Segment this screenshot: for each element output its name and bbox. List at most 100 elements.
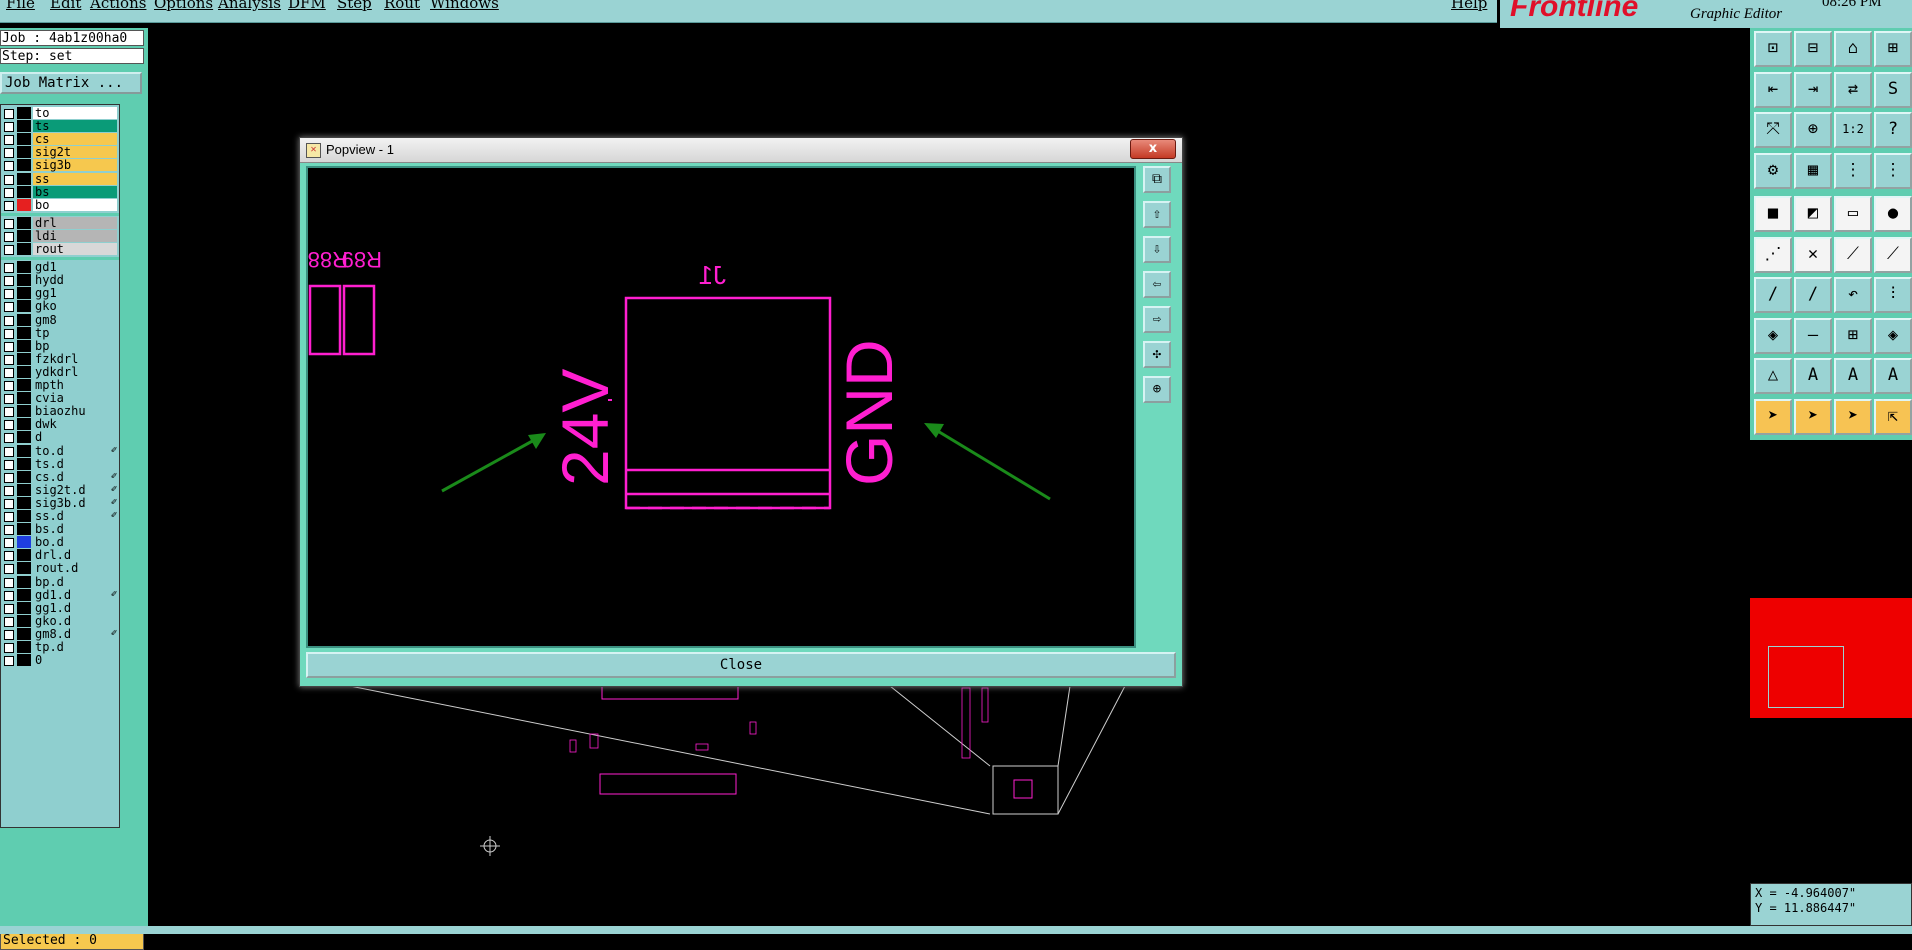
home-icon[interactable]: ⌂ — [1834, 31, 1872, 67]
menu-windows[interactable]: Windows — [430, 0, 499, 12]
black-square-icon[interactable]: ■ — [1754, 196, 1792, 232]
layer-checkbox[interactable] — [4, 148, 14, 159]
layer-checkbox[interactable] — [4, 577, 14, 588]
layer-name[interactable]: cs — [33, 133, 117, 146]
layer-name[interactable]: tp — [33, 326, 117, 339]
layer-name[interactable]: biaozhu — [33, 405, 117, 418]
menu-dfm[interactable]: DFM — [288, 0, 326, 12]
layer-color-swatch[interactable] — [17, 627, 31, 640]
node-blue-icon[interactable]: ⋰ — [1754, 236, 1792, 273]
layer-name[interactable]: cvia — [33, 392, 117, 405]
layer-checkbox[interactable] — [4, 616, 14, 627]
layer-name[interactable]: sig2t.d — [33, 483, 117, 496]
tools-icon[interactable]: ⚙ — [1754, 152, 1792, 189]
layer-color-swatch[interactable] — [17, 159, 31, 172]
layer-name[interactable]: to — [33, 107, 117, 119]
layer-checkbox[interactable] — [4, 174, 14, 185]
layer-row[interactable]: cvia — [1, 392, 119, 405]
grid-icon[interactable]: ▦ — [1794, 152, 1832, 189]
popview-view[interactable]: R88 R89 J1 24V GND — [306, 166, 1136, 648]
layer-color-swatch[interactable] — [17, 575, 31, 588]
layer-row[interactable]: drl.d — [1, 549, 119, 562]
layer-color-swatch[interactable] — [17, 133, 31, 146]
layer-color-swatch[interactable] — [17, 107, 31, 119]
layer-color-swatch[interactable] — [17, 243, 31, 255]
layer-row[interactable]: gd1.d ✐ — [1, 588, 119, 602]
layer-color-swatch[interactable] — [17, 326, 31, 339]
layer-checkbox[interactable] — [4, 525, 14, 536]
layer-checkbox[interactable] — [4, 122, 14, 133]
layer-name[interactable]: ts.d — [33, 457, 117, 470]
layer-color-swatch[interactable] — [17, 523, 31, 536]
text-a-icon[interactable]: A — [1794, 358, 1832, 394]
layer-name[interactable]: dwk — [33, 418, 117, 431]
layer-checkbox[interactable] — [4, 289, 14, 300]
layer-name[interactable]: gm8 — [33, 313, 117, 326]
layer-color-swatch[interactable] — [17, 229, 31, 242]
popview-close-button[interactable]: Close — [306, 652, 1176, 678]
menu-step[interactable]: Step — [337, 0, 372, 12]
layer-checkbox[interactable] — [4, 354, 14, 365]
menu-help[interactable]: Help — [1451, 0, 1487, 12]
zoom-fit-icon[interactable]: ⤧ — [1754, 112, 1792, 148]
layer-name[interactable]: tp.d — [33, 641, 117, 653]
node-multi-icon[interactable]: ◈ — [1874, 317, 1912, 354]
layer-row[interactable]: dwk — [1, 418, 119, 431]
layer-checkbox[interactable] — [4, 218, 14, 229]
layer-checkbox[interactable] — [4, 564, 14, 575]
layer-row[interactable]: to.d ✐ — [1, 444, 119, 458]
layer-color-swatch[interactable] — [17, 549, 31, 562]
layer-color-swatch[interactable] — [17, 510, 31, 522]
layer-checkbox[interactable] — [4, 643, 14, 653]
layer-checkbox[interactable] — [4, 367, 14, 378]
minimap[interactable] — [1750, 598, 1912, 718]
layer-name[interactable]: rout.d — [33, 562, 117, 575]
layer-checkbox[interactable] — [4, 245, 14, 255]
layer-row[interactable]: 0 — [1, 654, 119, 667]
layer-row[interactable]: drl — [1, 216, 119, 230]
layer-row[interactable]: rout.d — [1, 562, 119, 575]
layer-row[interactable]: ss — [1, 172, 119, 186]
layer-color-swatch[interactable] — [17, 274, 31, 287]
layer-name[interactable]: sig3b — [33, 159, 117, 172]
scale-icon[interactable]: 1:2 — [1834, 112, 1872, 148]
selector-red-icon[interactable]: ◩ — [1794, 196, 1832, 232]
layer-checkbox[interactable] — [4, 485, 14, 496]
menu-actions[interactable]: Actions — [90, 0, 146, 12]
layer-checkbox[interactable] — [4, 603, 14, 614]
layer-name[interactable]: sig3b.d — [33, 496, 117, 509]
flip-icon[interactable]: ⇄ — [1834, 71, 1872, 108]
layer-checkbox[interactable] — [4, 551, 14, 562]
layer-row[interactable]: bs — [1, 185, 119, 199]
help-icon[interactable]: ? — [1874, 112, 1912, 148]
layer-row[interactable]: gm8.d ✐ — [1, 627, 119, 641]
save-icon[interactable]: ⊟ — [1794, 31, 1832, 67]
pad-icon[interactable]: ◈ — [1754, 317, 1792, 354]
layer-checkbox[interactable] — [4, 656, 14, 667]
layer-name[interactable]: drl — [33, 216, 117, 229]
layer-color-swatch[interactable] — [17, 418, 31, 431]
layer-checkbox[interactable] — [4, 263, 14, 274]
layer-row[interactable]: d — [1, 431, 119, 444]
layer-color-swatch[interactable] — [17, 444, 31, 457]
pointer3-icon[interactable]: ➤ — [1834, 398, 1872, 435]
layer-row[interactable]: gg1 — [1, 287, 119, 300]
layer-row[interactable]: ts — [1, 120, 119, 133]
menu-rout[interactable]: Rout — [384, 0, 420, 12]
layer-row[interactable]: sig2t.d ✐ — [1, 483, 119, 497]
layer-color-swatch[interactable] — [17, 352, 31, 365]
layer-color-swatch[interactable] — [17, 300, 31, 313]
circle-icon[interactable]: ● — [1874, 196, 1912, 232]
layer-checkbox[interactable] — [4, 538, 14, 549]
layer-color-swatch[interactable] — [17, 483, 31, 496]
layer-name[interactable]: gm8.d — [33, 627, 117, 640]
layer-checkbox[interactable] — [4, 381, 14, 391]
layer-checkbox[interactable] — [4, 394, 14, 405]
layer-color-swatch[interactable] — [17, 146, 31, 159]
window-close-button[interactable]: x — [1130, 139, 1176, 159]
layer-row[interactable]: tp.d — [1, 641, 119, 654]
pointer-net-icon[interactable]: ⇱ — [1874, 398, 1912, 435]
menu-file[interactable]: File — [6, 0, 35, 12]
layer-checkbox[interactable] — [4, 302, 14, 313]
layer-name[interactable]: bp — [33, 339, 117, 352]
